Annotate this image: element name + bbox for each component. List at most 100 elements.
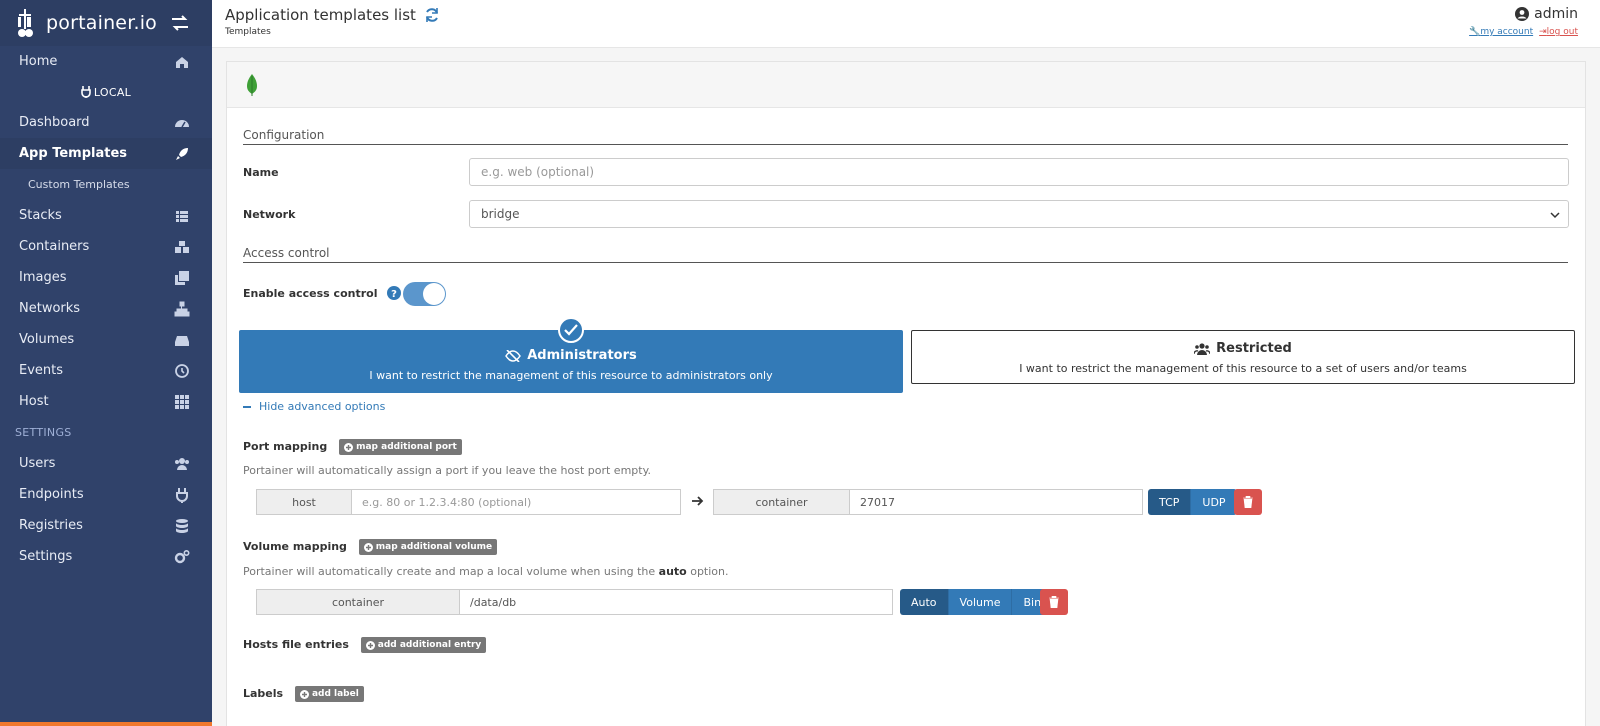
host-addon: host	[256, 489, 352, 515]
administrators-desc: I want to restrict the management of thi…	[369, 369, 773, 382]
my-account-link[interactable]: 🔧my account	[1469, 27, 1533, 37]
database-icon	[176, 518, 188, 533]
restricted-desc: I want to restrict the management of thi…	[1019, 362, 1467, 375]
clone-icon	[175, 270, 189, 285]
sidebar-item-app-templates[interactable]: App Templates	[0, 138, 212, 169]
udp-button[interactable]: UDP	[1191, 489, 1237, 515]
add-additional-entry-button[interactable]: add additional entry	[360, 637, 487, 653]
sidebar-item-custom-templates[interactable]: Custom Templates	[0, 169, 212, 200]
sidebar-item-settings[interactable]: Settings	[0, 541, 212, 572]
sidebar-item-label: Host	[19, 394, 49, 409]
plus-circle-icon	[363, 542, 373, 552]
rocket-icon	[176, 147, 188, 160]
sidebar-item-label: Stacks	[19, 208, 62, 223]
page-title: Application templates list	[225, 6, 440, 24]
network-value: bridge	[481, 207, 520, 221]
sidebar-item-label: Volumes	[19, 332, 75, 347]
brand-logo[interactable]: portainer.io	[0, 0, 212, 46]
cubes-icon	[175, 240, 189, 253]
users-icon	[1194, 342, 1211, 355]
sidebar-item-label: Containers	[19, 239, 90, 254]
sidebar-item-registries[interactable]: Registries	[0, 510, 212, 541]
protocol-toggle: TCP UDP	[1148, 489, 1237, 515]
portainer-logo-icon	[18, 9, 33, 37]
map-additional-volume-button[interactable]: map additional volume	[358, 539, 498, 555]
network-label: Network	[243, 208, 296, 221]
wrench-icon: 🔧	[1469, 27, 1481, 37]
user-circle-icon	[1515, 7, 1530, 21]
sidebar-item-volumes[interactable]: Volumes	[0, 324, 212, 355]
selected-check-icon	[558, 317, 584, 343]
log-out-link[interactable]: ⇥log out	[1539, 27, 1578, 37]
volume-path-input[interactable]: /data/db	[459, 589, 893, 615]
username: admin	[1534, 6, 1578, 22]
tachometer-icon	[175, 119, 189, 127]
auto-button[interactable]: Auto	[900, 589, 949, 615]
sidebar-item-label: Dashboard	[19, 115, 90, 130]
refresh-icon[interactable]	[424, 7, 440, 23]
volume-container-addon: container	[256, 589, 460, 615]
history-icon	[175, 363, 189, 378]
mongodb-leaf-icon	[247, 73, 257, 96]
question-circle-icon[interactable]: ?	[387, 286, 402, 300]
restricted-title: Restricted	[1216, 341, 1292, 356]
sidebar-item-label: Images	[19, 270, 67, 285]
add-label-button[interactable]: add label	[294, 686, 364, 702]
eye-slash-icon	[505, 349, 522, 362]
sidebar-item-label: Endpoints	[19, 487, 84, 502]
labels-section: Labels add label	[243, 686, 364, 702]
restricted-option[interactable]: Restricted I want to restrict the manage…	[911, 330, 1575, 384]
trash-icon	[1049, 596, 1059, 608]
plug-icon	[176, 487, 188, 503]
template-header	[227, 62, 1585, 108]
name-label: Name	[243, 166, 279, 179]
minus-icon	[243, 405, 251, 408]
sidebar-item-label: Networks	[19, 301, 81, 316]
toggle-knob	[423, 283, 445, 305]
users-icon	[175, 457, 189, 470]
page-header: Application templates list Templates adm…	[212, 0, 1600, 48]
sidebar-item-users[interactable]: Users	[0, 448, 212, 479]
sidebar-item-stacks[interactable]: Stacks	[0, 200, 212, 231]
sidebar-item-dashboard[interactable]: Dashboard	[0, 107, 212, 138]
host-port-input[interactable]: e.g. 80 or 1.2.3.4:80 (optional)	[351, 489, 681, 515]
sidebar-item-images[interactable]: Images	[0, 262, 212, 293]
plug-icon	[81, 86, 91, 98]
sidebar: portainer.io Home LOCAL Dashboard App Te…	[0, 0, 212, 726]
configuration-legend: Configuration	[243, 128, 1568, 145]
sidebar-item-label: Custom Templates	[28, 178, 130, 191]
sidebar-item-events[interactable]: Events	[0, 355, 212, 386]
volume-type-toggle: Auto Volume Bind	[900, 589, 1060, 615]
hide-advanced-options-link[interactable]: Hide advanced options	[243, 400, 385, 413]
home-icon	[176, 56, 188, 68]
volume-mapping-section: Volume mapping map additional volume	[243, 539, 498, 555]
name-input[interactable]: e.g. web (optional)	[469, 158, 1569, 186]
sidebar-toggle-icon[interactable]	[170, 14, 190, 32]
sidebar-item-label: Events	[19, 363, 64, 378]
container-port-input[interactable]: 27017	[849, 489, 1143, 515]
sidebar-item-endpoints[interactable]: Endpoints	[0, 479, 212, 510]
sidebar-item-label: Home	[19, 54, 58, 69]
remove-volume-button[interactable]	[1040, 589, 1068, 615]
remove-port-button[interactable]	[1234, 489, 1262, 515]
port-mapping-section: Port mapping map additional port	[243, 439, 462, 455]
access-control-toggle[interactable]	[403, 282, 446, 306]
access-control-legend: Access control	[243, 246, 1568, 263]
plus-circle-icon	[344, 442, 354, 452]
settings-section-title: SETTINGS	[15, 426, 72, 439]
plus-circle-icon	[299, 689, 309, 699]
sidebar-item-label: App Templates	[19, 146, 128, 161]
user-menu: admin	[1515, 6, 1578, 22]
sidebar-item-containers[interactable]: Containers	[0, 231, 212, 262]
hdd-icon	[175, 335, 189, 346]
breadcrumb: Templates	[225, 27, 271, 37]
endpoint-label: LOCAL	[0, 77, 212, 107]
volume-button[interactable]: Volume	[948, 589, 1013, 615]
sidebar-item-host[interactable]: Host	[0, 386, 212, 417]
network-select[interactable]: bridge	[469, 200, 1569, 228]
map-additional-port-button[interactable]: map additional port	[339, 439, 462, 455]
sidebar-item-networks[interactable]: Networks	[0, 293, 212, 324]
tcp-button[interactable]: TCP	[1148, 489, 1192, 515]
trash-icon	[1243, 496, 1253, 508]
sidebar-item-home[interactable]: Home	[0, 46, 212, 77]
